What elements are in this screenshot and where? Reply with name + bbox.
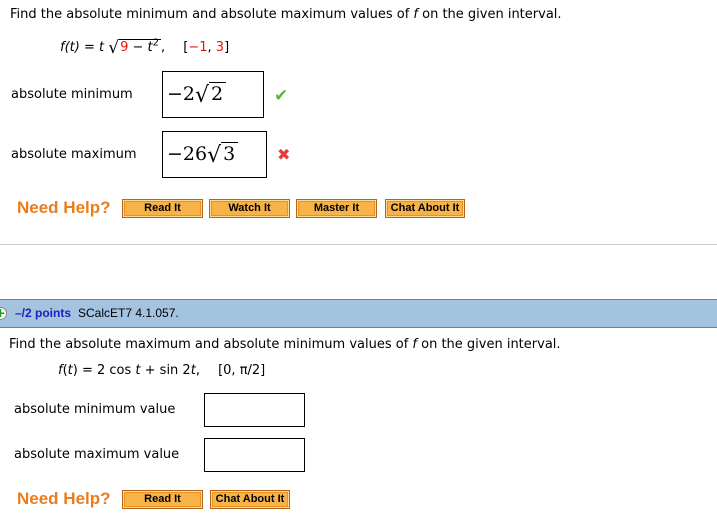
q1-interval-close: ] (224, 40, 230, 55)
sqrt: √ 2 (195, 81, 227, 108)
q2-prompt-text: Find the absolute maximum and absolute m… (9, 337, 413, 352)
coef: −26 (167, 143, 208, 165)
coef: −2 (167, 83, 196, 105)
q1-answer-label-max: absolute maximum (11, 147, 137, 162)
divider (0, 244, 717, 245)
radical-sign: √ (108, 38, 120, 58)
q2-answer-max-field[interactable] (204, 438, 305, 472)
check-icon: ✔ (274, 86, 289, 106)
q1-answer-min-field[interactable]: −2√ 2 (162, 71, 264, 118)
q2-answer-label-min: absolute minimum value (14, 402, 176, 417)
question-header-bar: + –/2 points SCalcET7 4.1.057. (0, 299, 717, 328)
points-label: –/2 points (15, 306, 72, 320)
q1-interval-hi: 3 (215, 40, 225, 55)
chat-about-it-button[interactable]: Chat About It (385, 199, 465, 218)
radicand: 3 (221, 142, 239, 165)
read-it-button[interactable]: Read It (122, 199, 203, 218)
sqrt: √ 3 (207, 141, 239, 168)
q1-function-lhs: f(t) = t (60, 40, 105, 55)
q2-prompt: Find the absolute maximum and absolute m… (9, 337, 561, 352)
radical-sign: √ (207, 143, 222, 168)
master-it-button[interactable]: Master It (296, 199, 377, 218)
q1-prompt-post: on the given interval. (417, 7, 562, 22)
q2-function: f(t) = 2 cos t + sin 2t, [0, π/2] (58, 363, 265, 378)
comma: , (195, 363, 200, 378)
q1-answer-max-field[interactable]: −26√ 3 (162, 131, 267, 178)
q1-answer-min-value: −2√ 2 (167, 81, 227, 108)
q1-radicand: 9 − t2 (119, 37, 161, 55)
q1-interval: [−1, 3] (183, 40, 229, 55)
q1-interval-sep: , (207, 40, 216, 55)
radical-sign: √ (195, 83, 210, 108)
q1-radicand-op: − (128, 40, 148, 55)
q1-interval-lo: −1 (188, 40, 208, 55)
radicand: 2 (209, 82, 227, 105)
chat-about-it-button[interactable]: Chat About It (210, 490, 290, 509)
cross-icon: ✖ (277, 145, 291, 164)
read-it-button[interactable]: Read It (122, 490, 203, 509)
mid: ) = 2 cos (72, 363, 136, 378)
q2-answer-label-max: absolute maximum value (14, 447, 180, 462)
expand-plus-icon[interactable]: + (0, 307, 7, 320)
need-help-label: Need Help? (17, 489, 111, 508)
q2-answer-min-field[interactable] (204, 393, 305, 427)
q1-answer-label-min: absolute minimum (11, 87, 133, 102)
rest: + sin 2 (140, 363, 191, 378)
q1-radicand-exp: 2 (152, 37, 159, 49)
q1-answer-max-value: −26√ 3 (167, 141, 239, 168)
q1-sqrt: √9 − t2 (108, 36, 161, 58)
q1-comma: , (161, 40, 166, 55)
q1-prompt-text: Find the absolute minimum and absolute m… (10, 7, 414, 22)
q1-function: f(t) = t √9 − t2, [−1, 3] (60, 36, 229, 58)
q2-interval: [0, π/2] (218, 363, 266, 378)
q1-prompt: Find the absolute minimum and absolute m… (10, 7, 562, 22)
question-id: SCalcET7 4.1.057. (78, 306, 179, 320)
need-help-label: Need Help? (17, 198, 111, 217)
watch-it-button[interactable]: Watch It (209, 199, 290, 218)
q2-prompt-post: on the given interval. (416, 337, 561, 352)
